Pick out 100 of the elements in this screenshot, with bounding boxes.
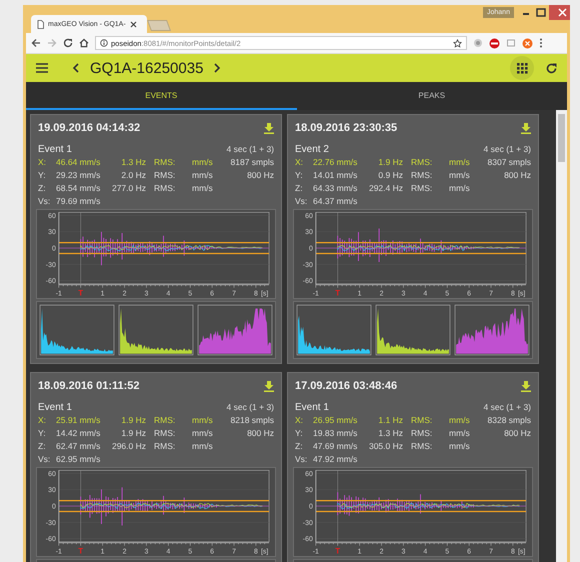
close-icon[interactable] (549, 5, 570, 20)
refresh-icon[interactable] (546, 62, 557, 74)
download-icon[interactable] (264, 380, 274, 392)
more-icon[interactable] (539, 38, 543, 48)
velocity-value: 14.42 mm/s (56, 428, 102, 439)
page-icon (37, 20, 44, 28)
velocity-value: 64.33 mm/s (313, 183, 358, 194)
vs-label: Vs: (295, 196, 308, 207)
vs-value: 47.92 mm/s (313, 454, 358, 465)
stop-sign-icon[interactable] (489, 38, 500, 48)
vs-label: Vs: (38, 454, 52, 465)
frequency-value: 1.3 Hz (377, 428, 403, 439)
chevron-right-icon[interactable] (213, 63, 222, 73)
rms-label: RMS: (410, 428, 434, 439)
event-name: Event 1 (38, 144, 72, 155)
event-duration: 4 sec (1 + 3) (484, 144, 531, 154)
frequency-value: 296.0 Hz (110, 441, 146, 452)
event-timestamp: 18.09.2016 23:30:35 (295, 122, 398, 134)
event-timestamp: 19.09.2016 04:14:32 (38, 122, 140, 134)
rms-label: RMS: (153, 183, 176, 194)
sample-info: 8218 smpls (230, 415, 274, 426)
close-icon[interactable] (130, 20, 137, 28)
grid-icon (516, 62, 528, 74)
velocity-value: 25.91 mm/s (56, 415, 102, 426)
frequency-value: 1.9 Hz (377, 157, 403, 168)
rms-unit: mm/s (192, 157, 214, 168)
sample-info: 8187 smpls (230, 157, 274, 168)
star-icon[interactable] (453, 38, 462, 48)
device-title: GQ1A-16250035 (90, 60, 204, 76)
info-icon (100, 39, 108, 47)
chevron-left-icon[interactable] (72, 63, 80, 73)
velocity-value: 22.76 mm/s (313, 157, 358, 168)
event-name: Event 1 (295, 402, 329, 413)
trigger-marker: T (335, 288, 340, 298)
frequency-value: 2.0 Hz (120, 170, 146, 181)
vs-value: 79.69 mm/s (56, 196, 102, 207)
rms-unit: mm/s (192, 170, 214, 181)
frequency-value: 0.9 Hz (377, 170, 403, 181)
sample-info: 8328 smpls (488, 415, 531, 426)
back-icon[interactable] (31, 38, 41, 48)
extension-icon[interactable] (522, 38, 533, 48)
vs-value: 62.95 mm/s (56, 454, 102, 465)
axis-label: Z: (38, 183, 47, 194)
axis-label: Z: (38, 441, 47, 452)
vs-value: 64.37 mm/s (313, 196, 358, 207)
event-timestamp: 17.09.2016 03:48:46 (295, 380, 398, 392)
velocity-value: 19.83 mm/s (313, 428, 358, 439)
rms-unit: mm/s (449, 170, 471, 181)
menu-icon[interactable] (36, 63, 48, 73)
rms-unit: mm/s (192, 415, 214, 426)
event-name: Event 1 (38, 402, 72, 413)
rms-unit: mm/s (449, 441, 471, 452)
rms-label: RMS: (410, 183, 434, 194)
scrollbar[interactable] (556, 110, 567, 562)
velocity-value: 14.01 mm/s (313, 170, 358, 181)
rms-unit: mm/s (449, 157, 471, 168)
velocity-value: 29.23 mm/s (56, 170, 102, 181)
velocity-value: 47.69 mm/s (313, 441, 358, 452)
download-icon[interactable] (521, 380, 531, 392)
axis-label: X: (295, 157, 304, 168)
apps-button[interactable] (510, 56, 534, 80)
event-duration: 4 sec (1 + 3) (226, 144, 274, 154)
extension-icon[interactable] (473, 38, 483, 48)
reload-icon[interactable] (63, 38, 73, 48)
velocity-value: 46.64 mm/s (56, 157, 102, 168)
sample-info: 800 Hz (503, 428, 531, 439)
event-timestamp: 18.09.2016 01:11:52 (38, 380, 140, 392)
sample-info: 8307 smpls (488, 157, 531, 168)
rms-label: RMS: (153, 157, 176, 168)
rms-label: RMS: (410, 441, 434, 452)
frequency-value: 1.9 Hz (120, 428, 146, 439)
event-name: Event 2 (295, 144, 329, 155)
sample-info: 800 Hz (503, 170, 531, 181)
velocity-value: 26.95 mm/s (313, 415, 358, 426)
axis-label: Z: (295, 441, 304, 452)
velocity-value: 62.47 mm/s (56, 441, 102, 452)
tab[interactable]: PEAKS (296, 82, 567, 110)
rms-label: RMS: (153, 441, 176, 452)
frequency-value: 292.4 Hz (368, 183, 403, 194)
velocity-value: 68.54 mm/s (56, 183, 102, 194)
download-icon[interactable] (264, 122, 274, 134)
rms-label: RMS: (153, 170, 176, 181)
frequency-value: 1.9 Hz (120, 415, 146, 426)
axis-label: Y: (38, 170, 47, 181)
trigger-marker: T (335, 546, 340, 556)
frequency-value: 1.1 Hz (377, 415, 403, 426)
trigger-marker: T (78, 288, 84, 298)
sample-info: 800 Hz (246, 170, 274, 181)
home-icon[interactable] (79, 38, 89, 48)
axis-label: X: (295, 415, 304, 426)
vs-label: Vs: (38, 196, 52, 207)
event-duration: 4 sec (1 + 3) (226, 402, 274, 412)
rms-unit: mm/s (192, 441, 214, 452)
axis-label: Y: (38, 428, 47, 439)
download-icon[interactable] (521, 122, 531, 134)
axis-label: Y: (295, 428, 304, 439)
trigger-marker: T (78, 546, 84, 556)
scrollbar-thumb[interactable] (558, 114, 565, 162)
rms-label: RMS: (410, 170, 434, 181)
rms-label: RMS: (153, 415, 176, 426)
